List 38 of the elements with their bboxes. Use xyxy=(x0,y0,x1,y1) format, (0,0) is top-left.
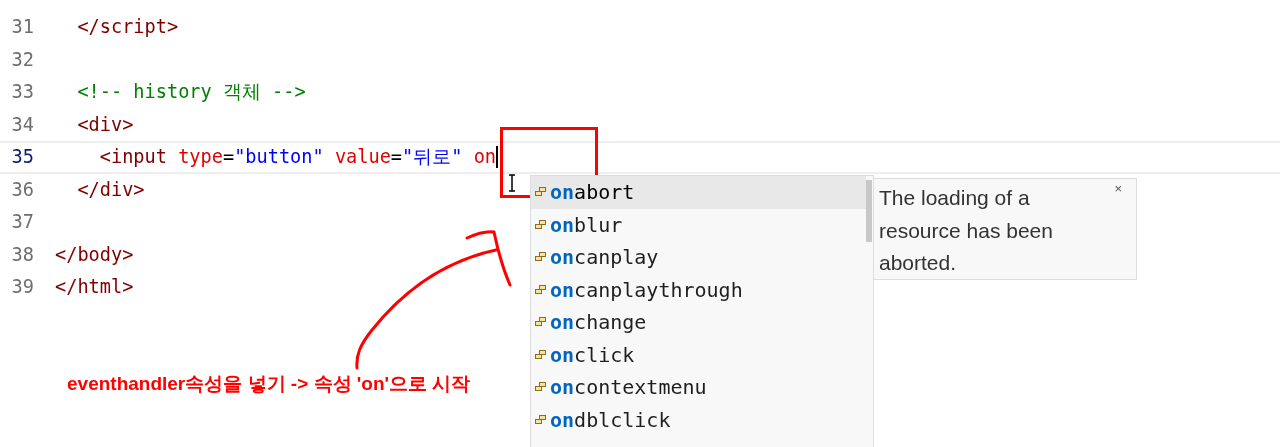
line-number: 38 xyxy=(10,242,34,267)
suggestion-item[interactable]: onblur xyxy=(531,208,866,241)
suggestion-item[interactable]: oncanplaythrough xyxy=(531,273,866,306)
line-number: 37 xyxy=(10,210,34,235)
line-number: 33 xyxy=(10,80,34,105)
suggestion-item[interactable]: onchange xyxy=(531,306,866,339)
property-icon xyxy=(535,317,546,328)
suggestion-item[interactable]: oncanplay xyxy=(531,241,866,274)
suggestion-item[interactable]: onabort xyxy=(531,176,866,209)
property-icon xyxy=(535,382,546,393)
code-line: </div> xyxy=(76,177,145,202)
property-icon xyxy=(535,414,546,425)
suggestion-item[interactable]: oncontextmenu xyxy=(531,371,866,404)
text-cursor xyxy=(496,146,499,169)
line-number: 32 xyxy=(10,47,34,72)
annotation-text: eventhandler속성을 넣기 -> 속성 'on'으로 시작 xyxy=(67,372,471,396)
code-line: <input type="button" value="뒤로" on xyxy=(98,145,497,170)
code-line: <!-- history 객체 --> xyxy=(76,80,306,105)
line-number: 34 xyxy=(10,112,34,137)
suggestion-item[interactable]: ondblclick xyxy=(531,403,866,436)
line-number: 35 xyxy=(10,145,34,170)
scrollbar-thumb[interactable] xyxy=(866,180,872,242)
suggestion-item[interactable]: onclick xyxy=(531,338,866,371)
property-icon xyxy=(535,187,546,198)
line-number: 36 xyxy=(10,177,34,202)
property-icon xyxy=(535,284,546,295)
details-text: The loading of a resource has been aborted. xyxy=(879,185,1054,276)
close-button[interactable]: × xyxy=(1114,179,1122,199)
line-number: 39 xyxy=(10,275,34,300)
code-line: </html> xyxy=(55,275,134,300)
property-icon xyxy=(535,252,546,263)
code-line: </body> xyxy=(55,242,134,267)
code-line: <div> xyxy=(76,112,134,137)
code-line: </script> xyxy=(76,15,179,40)
property-icon xyxy=(535,349,546,360)
line-number: 31 xyxy=(10,15,34,40)
property-icon xyxy=(535,219,546,230)
ibeam-cursor-icon xyxy=(507,174,517,192)
